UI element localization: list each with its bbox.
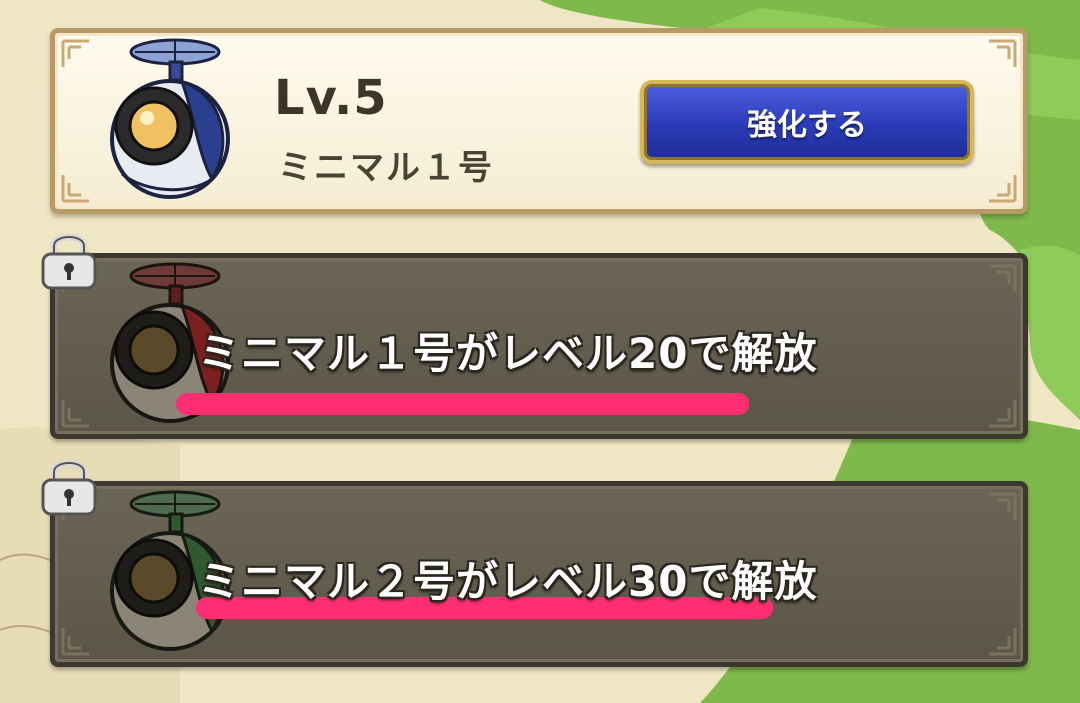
corner-ornament [61,39,89,67]
padlock-icon [41,459,97,516]
unlock-condition-text: ミニマル１号がレベル20で解放 [198,329,818,378]
corner-ornament [61,628,89,656]
padlock-icon [41,233,97,290]
corner-ornament [989,175,1017,203]
highlight-underline [176,393,749,415]
corner-ornament [989,400,1017,428]
corner-ornament [61,400,89,428]
corner-ornament [61,175,89,203]
robot-name: ミニマル１号 [278,148,494,188]
corner-ornament [989,264,1017,292]
corner-ornament [989,492,1017,520]
corner-ornament [989,628,1017,656]
robot-level: Lv.5 [274,70,388,126]
unlock-condition-text: ミニマル２号がレベル30で解放 [198,557,818,606]
robot-blue-icon [110,38,230,199]
upgrade-button[interactable]: 強化する [640,80,974,164]
corner-ornament [989,39,1017,67]
